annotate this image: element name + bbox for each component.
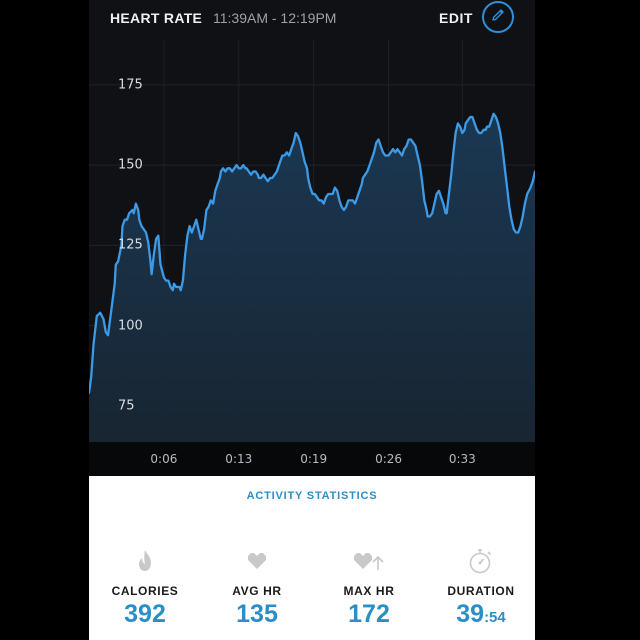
stat-value: 39:54: [456, 600, 506, 628]
x-tick-label: 0:13: [225, 452, 253, 466]
stats-title: ACTIVITY STATISTICS: [246, 490, 378, 502]
edit-label[interactable]: EDIT: [439, 10, 473, 26]
y-tick-label: 150: [118, 157, 143, 173]
stat-label: AVG HR: [232, 584, 282, 598]
y-tick-label: 175: [118, 77, 143, 93]
x-tick-label: 0:19: [300, 452, 328, 466]
stat-label: CALORIES: [111, 584, 179, 598]
stat-label: DURATION: [447, 584, 515, 598]
edit-button[interactable]: [482, 1, 514, 33]
stat-label: MAX HR: [343, 584, 395, 598]
pencil-icon: [490, 7, 506, 28]
x-tick-label: 0:26: [375, 452, 403, 466]
page-title: HEART RATE: [110, 10, 203, 26]
stat-value: 392: [124, 600, 166, 628]
x-tick-label: 0:33: [448, 452, 476, 466]
heart-rate-screen: HEART RATE 11:39AM - 12:19PM EDIT 75 100 1…: [89, 0, 535, 640]
stopwatch-icon: [426, 546, 536, 576]
stat-calories: CALORIES 392: [90, 546, 200, 629]
heart-rate-area: [89, 113, 535, 442]
y-tick-label: 100: [118, 318, 143, 334]
stat-avg-hr: AVG HR 135: [202, 546, 312, 629]
y-tick-label: 75: [118, 398, 135, 414]
header: HEART RATE 11:39AM - 12:19PM EDIT: [89, 0, 535, 40]
stat-value: 135: [236, 600, 278, 628]
stat-value: 172: [348, 600, 390, 628]
heart-icon: [202, 546, 312, 576]
stat-max-hr: MAX HR 172: [314, 546, 424, 629]
stat-duration: DURATION 39:54: [426, 546, 536, 629]
time-range: 11:39AM - 12:19PM: [213, 10, 337, 26]
flame-icon: [90, 546, 200, 576]
heart-up-arrow-icon: [314, 546, 424, 576]
activity-statistics: ACTIVITY STATISTICS CALORIES 392 AVG HR …: [89, 476, 535, 640]
x-tick-label: 0:06: [150, 452, 178, 466]
y-tick-label: 125: [118, 237, 143, 253]
heart-rate-chart: [89, 40, 535, 442]
